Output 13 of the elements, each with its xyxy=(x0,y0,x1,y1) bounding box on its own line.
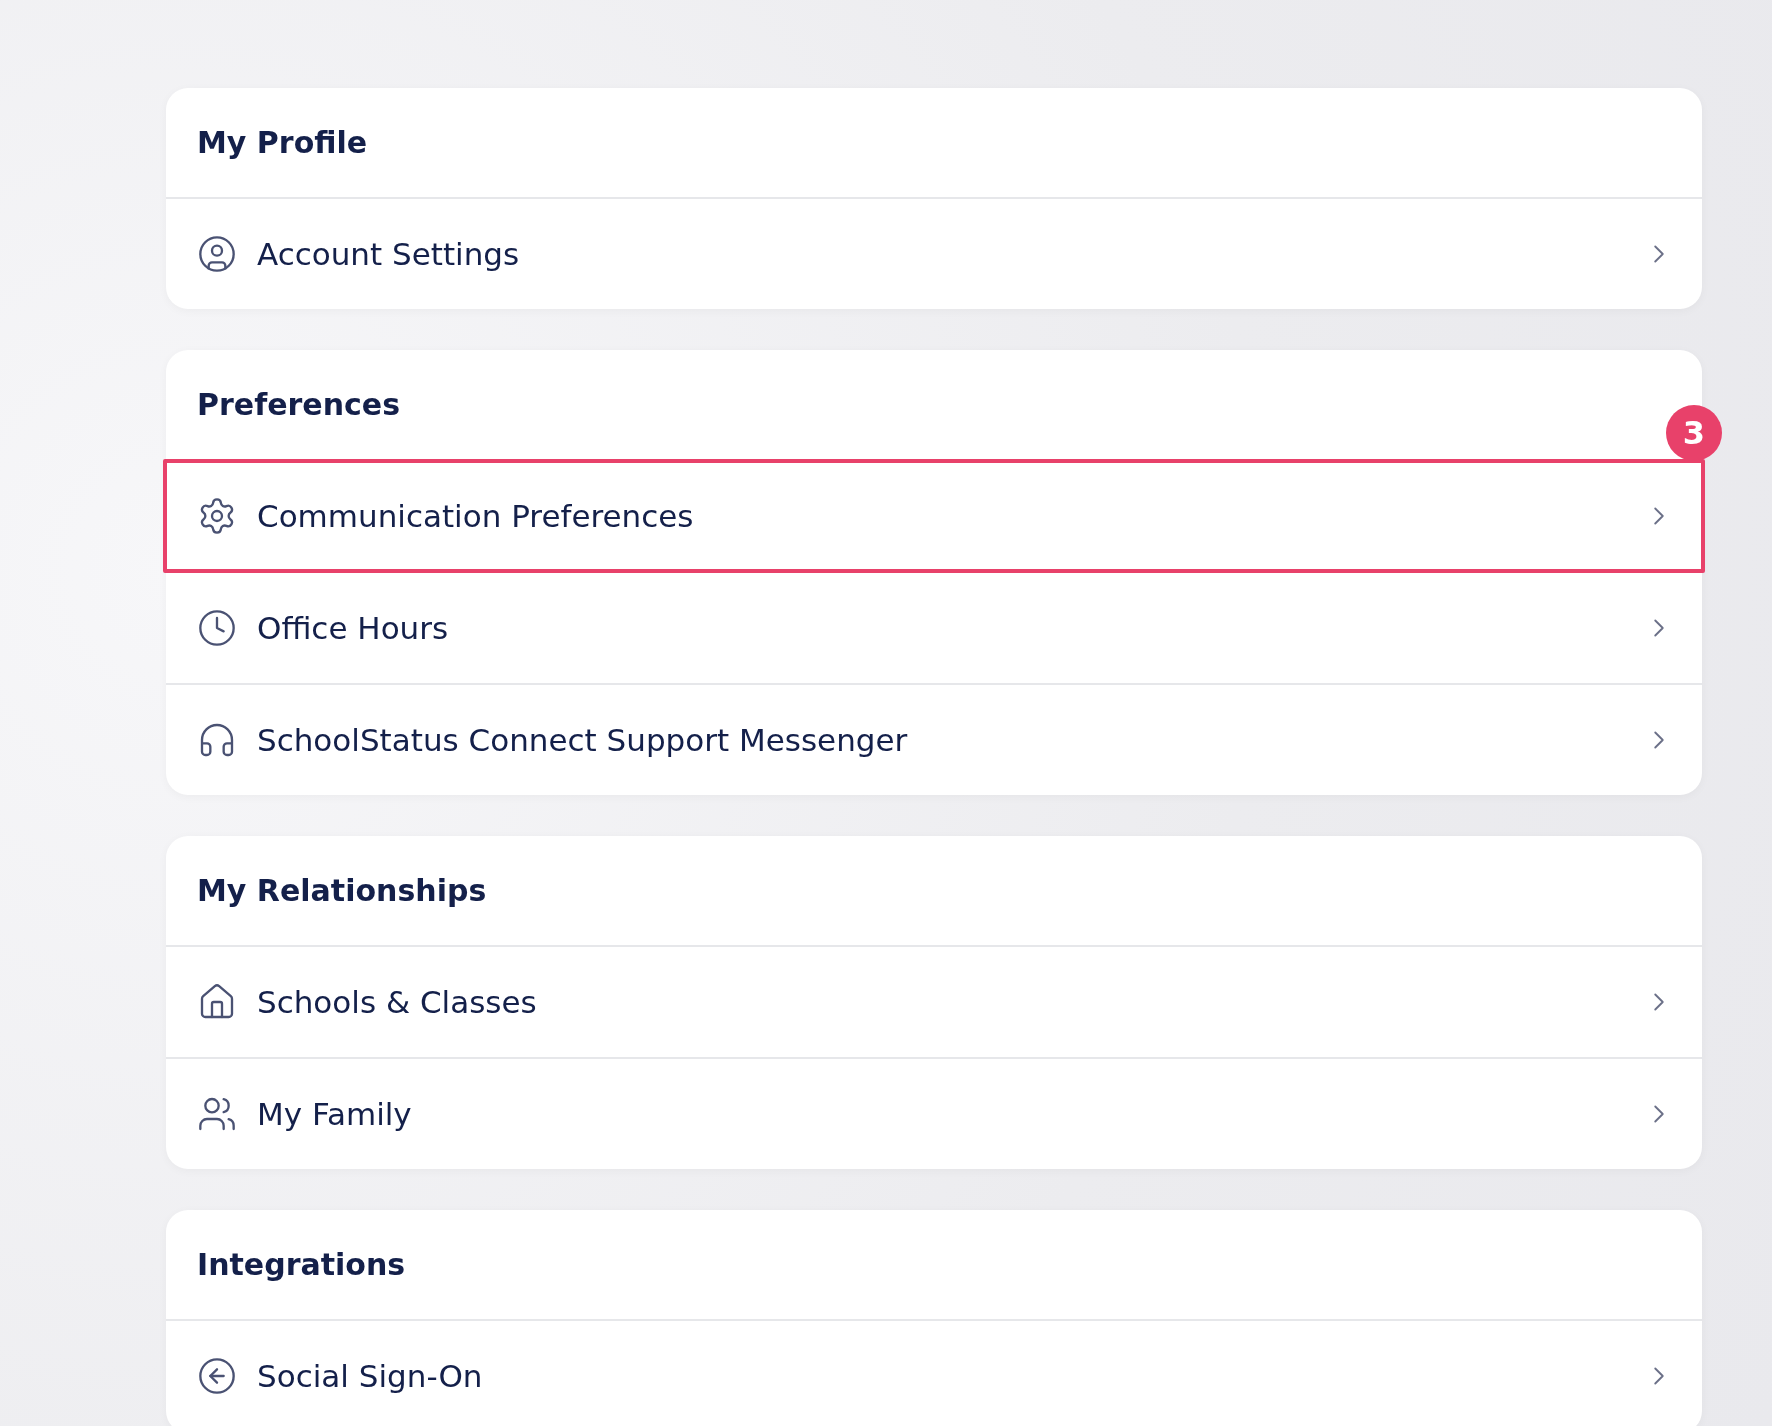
menu-item[interactable]: Social Sign-On xyxy=(166,1321,1702,1426)
menu-item[interactable]: Schools & Classes xyxy=(166,947,1702,1059)
step-badge: 3 xyxy=(1666,405,1722,461)
menu-item[interactable]: Account Settings xyxy=(166,199,1702,309)
menu-item[interactable]: Office Hours xyxy=(166,573,1702,685)
section-title: My Relationships xyxy=(166,836,1702,947)
menu-item[interactable]: SchoolStatus Connect Support Messenger xyxy=(166,685,1702,795)
section-title: Integrations xyxy=(166,1210,1702,1321)
user-circle-icon xyxy=(197,234,237,274)
section-title: My Profile xyxy=(166,88,1702,199)
arrow-left-circle-icon xyxy=(197,1356,237,1396)
menu-item[interactable]: My Family xyxy=(166,1059,1702,1169)
clock-icon xyxy=(197,608,237,648)
